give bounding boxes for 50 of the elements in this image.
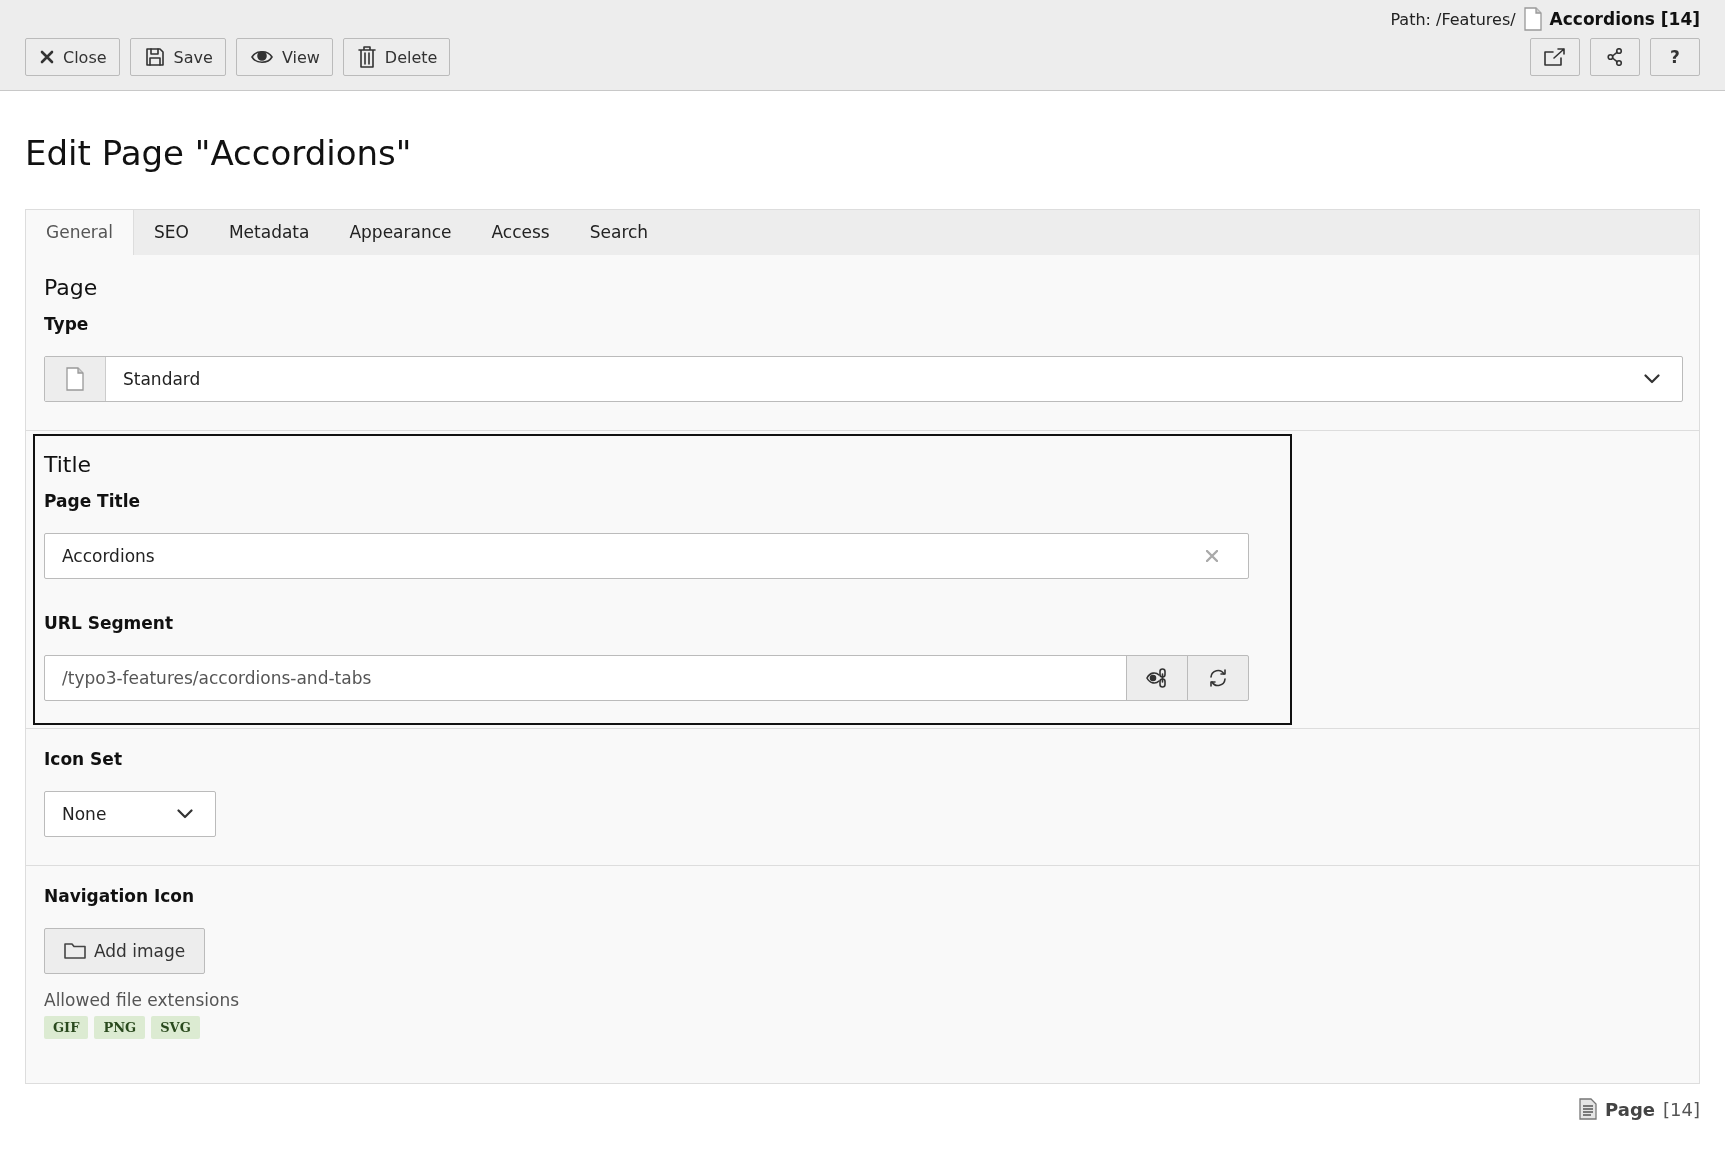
open-window-icon	[1544, 47, 1566, 67]
help-button[interactable]: ?	[1650, 38, 1700, 76]
clear-icon	[1206, 550, 1218, 562]
tab[interactable]: Metadata	[208, 210, 330, 255]
field-label: Icon Set	[44, 749, 123, 769]
page-icon	[66, 367, 84, 391]
tab[interactable]: SEO	[134, 210, 209, 255]
field-label: URL Segment	[44, 613, 175, 633]
record-type: Page	[1605, 1098, 1656, 1120]
file-extension-tag: PNG	[94, 1016, 146, 1039]
open-new-button[interactable]	[1530, 38, 1580, 76]
refresh-button[interactable]	[1187, 655, 1249, 701]
document-icon	[1579, 1098, 1598, 1120]
close-icon	[40, 50, 54, 64]
chevron-down-icon	[177, 809, 193, 819]
section-title: Title	[44, 452, 93, 477]
delete-button[interactable]: Delete	[342, 38, 451, 76]
chevron-down-icon	[1644, 374, 1660, 384]
refresh-icon	[1207, 668, 1229, 688]
breadcrumb-path: Path: /Features/	[1390, 9, 1516, 29]
hint-text: Allowed file extensions	[44, 990, 241, 1010]
select-field[interactable]: Standard	[44, 356, 1683, 402]
tab[interactable]: Search	[569, 210, 669, 255]
folder-icon	[64, 942, 86, 960]
text-field[interactable]: /typo3-features/accordions-and-tabs	[44, 655, 1127, 701]
trash-icon	[357, 46, 376, 68]
share-icon	[1607, 48, 1623, 66]
page-heading: Edit Page "Accordions"	[25, 132, 413, 175]
breadcrumb-current-page: Accordions [14]	[1549, 9, 1700, 29]
select-field[interactable]: None	[44, 791, 216, 837]
field-label: Navigation Icon	[44, 886, 196, 906]
page-icon	[1523, 7, 1542, 31]
share-button[interactable]	[1590, 38, 1640, 76]
view-link-button[interactable]	[1126, 655, 1188, 701]
file-extension-tag: GIF	[44, 1016, 89, 1039]
eye-link-icon	[1145, 667, 1169, 689]
tab[interactable]: Access	[471, 210, 570, 255]
field-label: Page Title	[44, 491, 141, 511]
file-extension-tag: SVG	[151, 1016, 200, 1039]
tab[interactable]: Appearance	[329, 210, 472, 255]
save-button[interactable]: Save	[129, 38, 226, 76]
tab[interactable]: General	[26, 210, 134, 255]
field-label: Type	[44, 314, 90, 334]
close-button[interactable]: Close	[25, 38, 120, 76]
eye-icon	[250, 49, 273, 65]
section-title: Page	[44, 275, 99, 300]
record-id: [14]	[1663, 1098, 1700, 1120]
view-button[interactable]: View	[235, 38, 333, 76]
add-image-button[interactable]: Add image	[44, 928, 206, 974]
text-field[interactable]: Accordions	[44, 533, 1249, 579]
